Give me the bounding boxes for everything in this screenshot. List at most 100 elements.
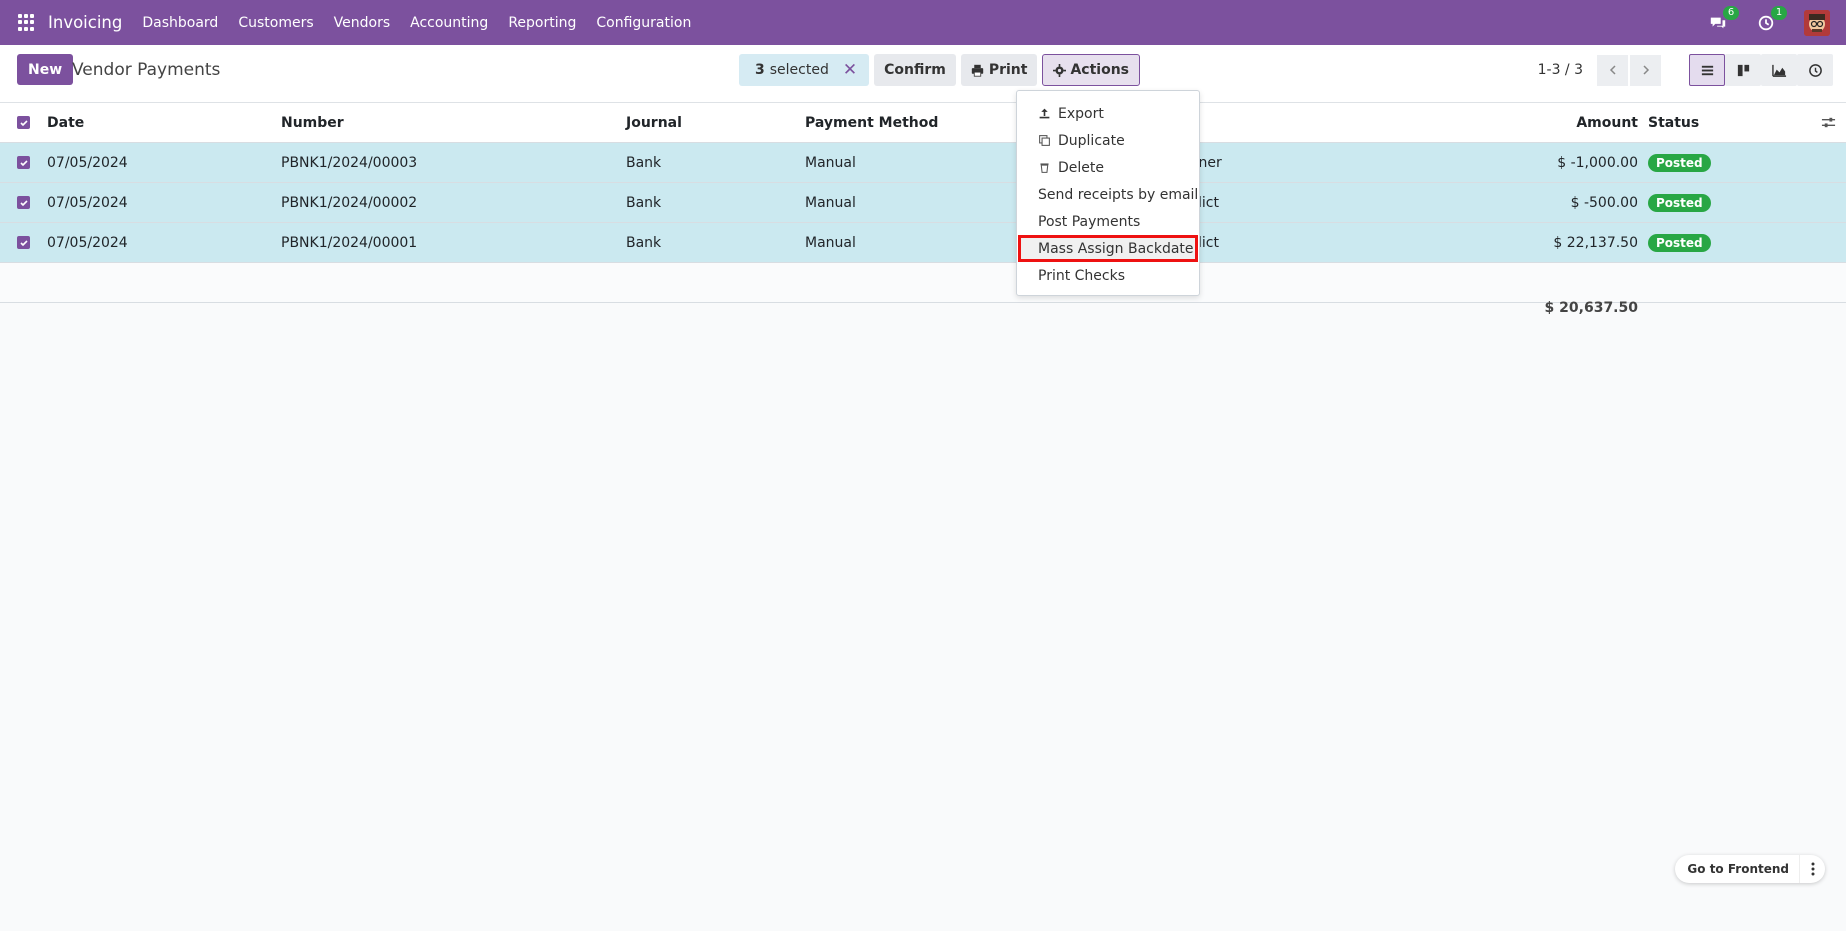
menu-item-label: Export [1058, 105, 1104, 122]
view-switcher [1689, 54, 1833, 86]
cell-amount: $ -1,000.00 [1557, 154, 1638, 171]
pager-next-button[interactable] [1630, 54, 1661, 86]
selected-count: 3 [755, 62, 765, 78]
activity-clock-icon[interactable]: 1 [1756, 5, 1787, 33]
systray: 6 1 [1708, 0, 1846, 45]
cell-journal: Bank [626, 154, 662, 171]
new-button[interactable]: New [17, 54, 74, 85]
list-icon [1701, 65, 1713, 75]
area-chart-icon [1771, 64, 1786, 77]
actions-label: Actions [1070, 62, 1130, 78]
cell-amount: $ -500.00 [1570, 194, 1638, 211]
cell-journal: Bank [626, 234, 662, 251]
menu-item-label: Duplicate [1058, 132, 1125, 149]
select-all-cell [17, 103, 30, 142]
menu-item-print-checks[interactable]: Print Checks [1017, 262, 1199, 289]
table-header: Date Number Journal Payment Method Amoun… [0, 103, 1846, 143]
activity-badge: 1 [1771, 5, 1787, 20]
status-badge: Posted [1648, 153, 1711, 172]
actions-dropdown: Export Duplicate Delete Send receipts by… [1016, 90, 1200, 296]
messages-badge: 6 [1723, 5, 1739, 20]
selected-label: selected [769, 62, 829, 78]
nav-item-accounting[interactable]: Accounting [410, 15, 488, 31]
row-checkbox-cell [17, 223, 30, 262]
pager-value[interactable]: 1-3 / 3 [1538, 62, 1583, 78]
gear-icon [1053, 63, 1067, 77]
cell-status: Posted [1648, 183, 1711, 222]
header-date[interactable]: Date [47, 103, 84, 142]
menu-item-send-receipts[interactable]: Send receipts by email [1017, 181, 1199, 208]
messages-icon[interactable]: 6 [1708, 5, 1739, 33]
cell-amount: $ 22,137.50 [1553, 234, 1638, 251]
copy-icon [1039, 135, 1050, 146]
cell-date: 07/05/2024 [47, 234, 128, 251]
kanban-icon [1737, 64, 1749, 76]
header-status[interactable]: Status [1648, 103, 1699, 142]
go-to-frontend-button[interactable]: Go to Frontend [1687, 862, 1789, 876]
table-row[interactable]: 07/05/2024 PBNK1/2024/00002 Bank Manual … [0, 183, 1846, 223]
clear-selection-icon[interactable]: ✕ [843, 60, 857, 80]
row-checkbox-cell [17, 143, 30, 182]
actions-button[interactable]: Actions [1042, 54, 1141, 86]
top-navbar: Invoicing Dashboard Customers Vendors Ac… [0, 0, 1846, 45]
nav-item-configuration[interactable]: Configuration [596, 15, 691, 31]
nav-item-vendors[interactable]: Vendors [334, 15, 390, 31]
confirm-button[interactable]: Confirm [874, 54, 956, 86]
upload-icon [1039, 108, 1050, 119]
status-badge: Posted [1648, 193, 1711, 212]
header-number[interactable]: Number [281, 103, 344, 142]
app-menu-icon[interactable] [18, 13, 36, 32]
optional-columns-icon[interactable] [1821, 103, 1836, 142]
pager: 1-3 / 3 [1538, 54, 1846, 86]
header-journal[interactable]: Journal [626, 103, 682, 142]
menu-item-post-payments[interactable]: Post Payments [1017, 208, 1199, 235]
cell-date: 07/05/2024 [47, 154, 128, 171]
cell-payment-method: Manual [805, 194, 856, 211]
list-view-button[interactable] [1689, 54, 1725, 86]
cell-number: PBNK1/2024/00002 [281, 194, 418, 211]
table-row[interactable]: 07/05/2024 PBNK1/2024/00003 Bank Manual … [0, 143, 1846, 183]
print-button[interactable]: Print [960, 54, 1038, 86]
amount-total: $ 20,637.50 [1544, 300, 1638, 316]
menu-item-label: Delete [1058, 159, 1104, 176]
cell-journal: Bank [626, 194, 662, 211]
cell-payment-method: Manual [805, 154, 856, 171]
cell-status: Posted [1648, 143, 1711, 182]
graph-view-button[interactable] [1761, 54, 1797, 86]
trash-icon [1040, 163, 1049, 173]
nav-item-reporting[interactable]: Reporting [508, 15, 576, 31]
more-options-icon[interactable] [1799, 855, 1825, 883]
row-checkbox-cell [17, 183, 30, 222]
confirm-label: Confirm [884, 62, 946, 78]
cell-payment-method: Manual [805, 234, 856, 251]
cell-date: 07/05/2024 [47, 194, 128, 211]
user-avatar[interactable] [1804, 9, 1830, 36]
header-amount[interactable]: Amount [1576, 103, 1638, 142]
table-row[interactable]: 07/05/2024 PBNK1/2024/00001 Bank Manual … [0, 223, 1846, 263]
menu-item-delete[interactable]: Delete [1017, 154, 1199, 181]
status-badge: Posted [1648, 233, 1711, 252]
menu-item-export[interactable]: Export [1017, 100, 1199, 127]
select-all-checkbox[interactable] [17, 116, 30, 129]
clock-icon [1808, 63, 1822, 77]
kanban-view-button[interactable] [1725, 54, 1761, 86]
activity-view-button[interactable] [1797, 54, 1833, 86]
chevron-right-icon [1642, 65, 1649, 75]
pager-previous-button[interactable] [1597, 54, 1628, 86]
row-checkbox[interactable] [17, 156, 30, 169]
cell-number: PBNK1/2024/00003 [281, 154, 418, 171]
selected-indicator: 3 selected ✕ [739, 54, 870, 86]
menu-item-duplicate[interactable]: Duplicate [1017, 127, 1199, 154]
selection-toolbar: 3 selected ✕ Confirm Print Actions [739, 54, 1141, 86]
print-icon [971, 64, 984, 77]
chevron-left-icon [1609, 65, 1616, 75]
row-checkbox[interactable] [17, 236, 30, 249]
nav-item-customers[interactable]: Customers [238, 15, 313, 31]
header-payment-method[interactable]: Payment Method [805, 103, 938, 142]
print-label: Print [988, 62, 1028, 78]
nav-item-dashboard[interactable]: Dashboard [142, 15, 218, 31]
row-checkbox[interactable] [17, 196, 30, 209]
page-title: Vendor Payments [72, 60, 221, 80]
menu-item-mass-assign-backdate[interactable]: Mass Assign Backdate [1018, 235, 1198, 262]
app-name[interactable]: Invoicing [48, 13, 122, 32]
